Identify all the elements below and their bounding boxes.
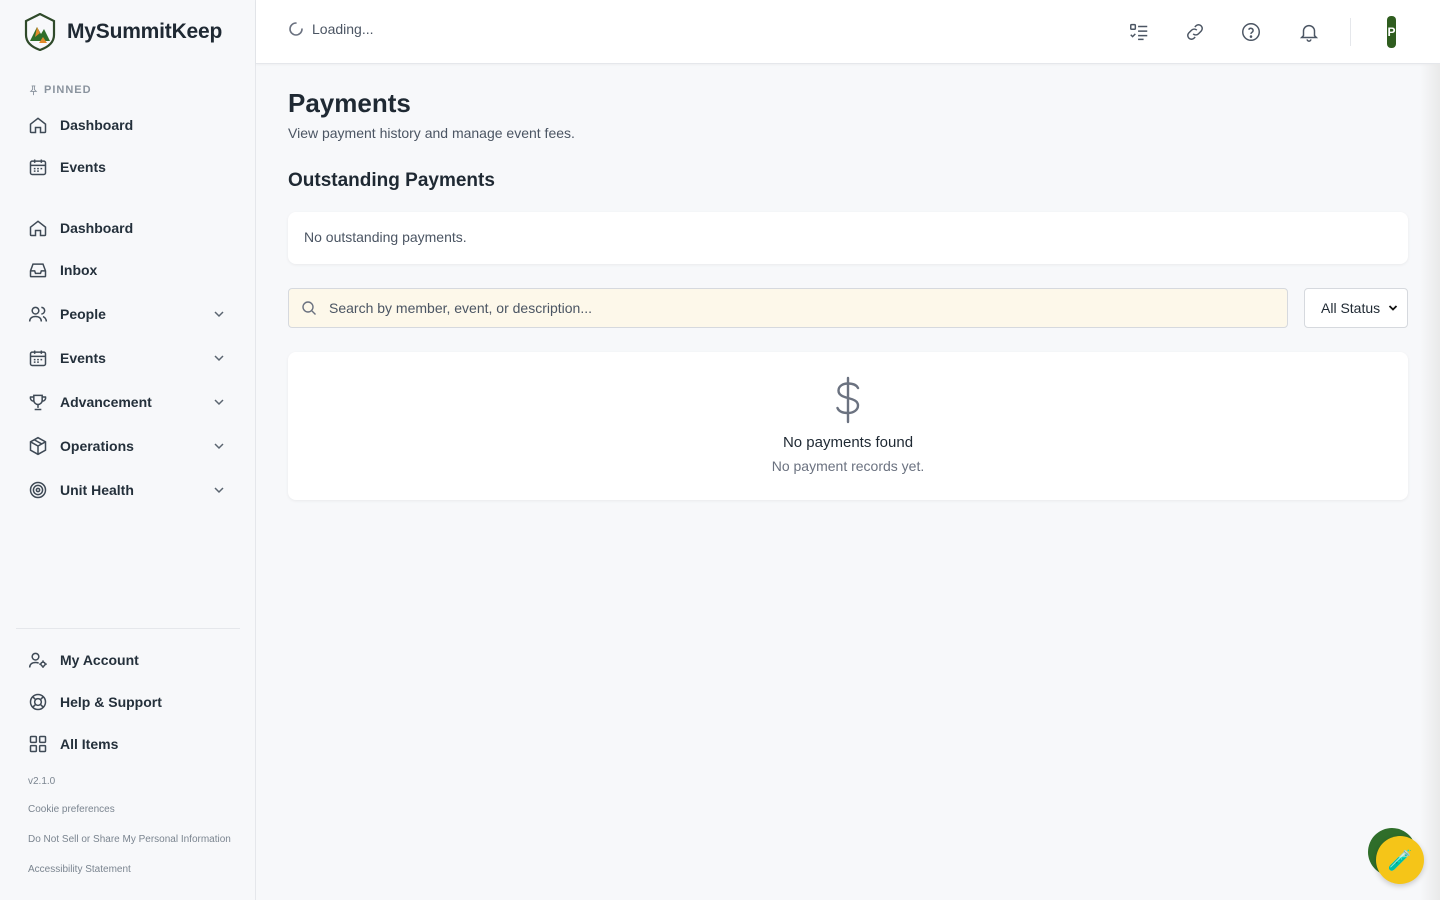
- cookie-preferences-link[interactable]: Cookie preferences: [28, 804, 115, 815]
- sidebar-item-inbox[interactable]: Inbox: [16, 250, 240, 290]
- accessibility-statement-link[interactable]: Accessibility Statement: [28, 864, 131, 875]
- chevron-down-icon: [1388, 305, 1398, 311]
- sidebar-item-people[interactable]: People: [16, 294, 240, 334]
- target-icon: [28, 480, 48, 500]
- home-icon: [28, 218, 48, 238]
- loading-indicator: Loading...: [288, 21, 374, 37]
- sidebar-item-unit-health[interactable]: Unit Health: [16, 470, 240, 510]
- search-icon: [302, 301, 316, 315]
- brand-name: MySummitKeep: [67, 20, 223, 43]
- grid-icon: [28, 734, 48, 754]
- inbox-icon: [28, 260, 48, 280]
- sidebar: MySummitKeep PINNED Dashboard Events Das…: [0, 0, 256, 900]
- dollar-icon: [836, 376, 860, 424]
- chevron-down-icon: [212, 395, 226, 409]
- sidebar-item-help-support[interactable]: Help & Support: [16, 682, 240, 722]
- pinned-item-dashboard[interactable]: Dashboard: [16, 105, 240, 145]
- page-title: Payments: [288, 88, 411, 118]
- avatar[interactable]: P: [1387, 16, 1396, 48]
- brand-logo[interactable]: MySummitKeep: [24, 13, 222, 51]
- top-bar: Loading... P: [256, 0, 1440, 64]
- outstanding-payments-title: Outstanding Payments: [288, 170, 495, 191]
- pin-icon: [29, 84, 38, 95]
- checklist-icon[interactable]: [1127, 20, 1151, 44]
- lifebuoy-icon: [28, 692, 48, 712]
- users-icon: [28, 304, 48, 324]
- help-icon[interactable]: [1239, 20, 1263, 44]
- chevron-down-icon: [212, 351, 226, 365]
- link-icon[interactable]: [1183, 20, 1207, 44]
- page-subtitle: View payment history and manage event fe…: [288, 125, 575, 141]
- scroll-edge-shadow: [1420, 64, 1440, 900]
- spinner-icon: [289, 22, 303, 36]
- sidebar-item-events[interactable]: Events: [16, 338, 240, 378]
- empty-state-subtitle: No payment records yet.: [771, 458, 925, 474]
- top-bar-separator: [1350, 18, 1351, 46]
- test-tube-fab[interactable]: 🧪: [1376, 836, 1424, 884]
- chevron-down-icon: [212, 307, 226, 321]
- calendar-icon: [28, 348, 48, 368]
- user-settings-icon: [28, 650, 48, 670]
- box-icon: [28, 436, 48, 456]
- pinned-section-label: PINNED: [28, 84, 92, 96]
- status-filter-value: All Status: [1321, 300, 1381, 316]
- empty-state-title: No payments found: [782, 434, 914, 451]
- mountain-logo-icon: [24, 13, 56, 51]
- search-bar[interactable]: [288, 288, 1288, 328]
- chevron-down-icon: [212, 439, 226, 453]
- sidebar-divider: [16, 628, 240, 629]
- outstanding-payments-card: No outstanding payments.: [288, 212, 1408, 264]
- status-filter-select[interactable]: All Status: [1304, 288, 1408, 328]
- payments-empty-state: No payments found No payment records yet…: [288, 352, 1408, 500]
- do-not-sell-link[interactable]: Do Not Sell or Share My Personal Informa…: [28, 834, 231, 845]
- calendar-icon: [28, 157, 48, 177]
- sidebar-item-my-account[interactable]: My Account: [16, 640, 240, 680]
- pinned-item-events[interactable]: Events: [16, 147, 240, 187]
- sidebar-item-operations[interactable]: Operations: [16, 426, 240, 466]
- version-label: v2.1.0: [28, 776, 56, 787]
- sidebar-item-advancement[interactable]: Advancement: [16, 382, 240, 422]
- chevron-down-icon: [212, 483, 226, 497]
- search-input[interactable]: [329, 300, 1249, 316]
- home-icon: [28, 115, 48, 135]
- sidebar-item-all-items[interactable]: All Items: [16, 724, 240, 764]
- trophy-icon: [28, 392, 48, 412]
- bell-icon[interactable]: [1297, 20, 1321, 44]
- outstanding-empty-text: No outstanding payments.: [304, 229, 467, 245]
- test-tube-icon: 🧪: [1387, 849, 1413, 872]
- sidebar-item-dashboard[interactable]: Dashboard: [16, 208, 240, 248]
